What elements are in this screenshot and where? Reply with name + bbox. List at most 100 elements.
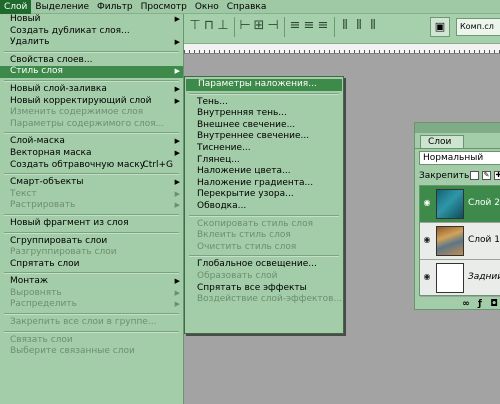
layer-name: Задний пл — [468, 272, 500, 282]
align-center-icon[interactable]: ⊞ — [252, 18, 266, 34]
menu-separator — [185, 91, 343, 97]
tab-divider — [415, 148, 500, 149]
style-submenu-item[interactable]: Тиснение... — [185, 143, 343, 155]
layer-name: Слой 2 — [468, 198, 500, 208]
layer-menu-item-label: Новый корректирующий слой — [10, 95, 152, 106]
distribute-middle-icon[interactable]: ≡ — [302, 18, 316, 34]
align-bottom-icon[interactable]: ⊥ — [216, 18, 230, 34]
visibility-eye-icon[interactable]: ◉ — [422, 198, 432, 208]
distribute-bottom-icon[interactable]: ≡ — [316, 18, 330, 34]
menubar-item[interactable]: Справка — [223, 0, 271, 14]
menu-separator — [185, 213, 343, 219]
distribute-left-icon[interactable]: ⦀ — [338, 18, 352, 34]
distribute-top-icon[interactable]: ≡ — [288, 18, 302, 34]
link-layers-icon[interactable]: ∞ — [461, 299, 471, 309]
menubar-item[interactable]: Выделение — [31, 0, 93, 14]
layer-menu-item-label: Закрепить все слои в группе... — [10, 317, 157, 328]
layer-menu-item[interactable]: Векторная маска ▶ — [0, 148, 183, 160]
layer-menu-item[interactable]: Новый слой-заливка ▶ — [0, 84, 183, 96]
align-middle-icon[interactable]: ⊓ — [202, 18, 216, 34]
layer-menu-item-label: Создать обтравочную маску — [10, 159, 146, 170]
style-submenu-item: Воздействие слой-эффектов... — [185, 294, 343, 306]
style-submenu-item-label: Очистить стиль слоя — [197, 241, 297, 252]
style-submenu-item[interactable]: Параметры наложения... — [186, 79, 342, 91]
layer-menu-item-label: Параметры содержимого слоя... — [10, 118, 165, 129]
layer-menu-item[interactable]: Удалить ▶ — [0, 37, 183, 49]
layer-comps-button[interactable]: Комп.сл — [456, 18, 500, 36]
layer-menu-item-label: Изменить содержимое слоя — [10, 107, 144, 118]
layer-menu-item[interactable]: Монтаж ▶ — [0, 276, 183, 288]
menubar: Слой Выделение Фильтр Просмотр Окно Справка — [0, 0, 500, 14]
style-submenu-item-label: Внешнее свечение... — [197, 119, 296, 130]
layer-menu-item: Закрепить все слои в группе... — [0, 317, 183, 329]
layer-menu-item-label: Текст — [10, 188, 37, 199]
distribute-center-icon[interactable]: ⦀ — [352, 18, 366, 34]
layer-menu-item[interactable]: Новый ▶ — [0, 14, 183, 26]
style-submenu-item[interactable]: Наложение цвета... — [185, 166, 343, 178]
layer-row[interactable]: ◉ Слой 1 — [420, 223, 500, 260]
visibility-eye-icon[interactable]: ◉ — [422, 235, 432, 245]
align-top-icon[interactable]: ⊤ — [188, 18, 202, 34]
style-submenu-item[interactable]: Обводка... — [185, 201, 343, 213]
style-submenu-item[interactable]: Глянец... — [185, 155, 343, 167]
layer-menu-item[interactable]: Создать обтравочную маску Ctrl+G — [0, 160, 183, 172]
layer-row[interactable]: ◉ Задний пл — [420, 260, 500, 297]
style-submenu-item-label: Перекрытие узора... — [197, 189, 294, 200]
menubar-item[interactable]: Слой — [0, 0, 32, 14]
visibility-eye-icon[interactable]: ◉ — [422, 272, 432, 282]
lock-position-icon[interactable]: ✚ — [494, 171, 500, 180]
layer-menu-item-label: Разгруппировать слои — [10, 247, 117, 258]
layer-menu-item[interactable]: Спрятать слои — [0, 259, 183, 271]
layer-menu-item[interactable]: Смарт-объекты ▶ — [0, 177, 183, 189]
menubar-item[interactable]: Просмотр — [137, 0, 191, 14]
style-submenu-item-label: Глянец... — [197, 154, 240, 165]
tab-layers[interactable]: Слои — [420, 135, 464, 148]
separator — [284, 17, 285, 37]
lock-transparency-icon[interactable] — [470, 171, 479, 180]
style-submenu-item[interactable]: Спрятать все эффекты — [185, 283, 343, 295]
layer-menu-item[interactable]: Новый фрагмент из слоя — [0, 218, 183, 230]
layer-row[interactable]: ◉ Слой 2 — [420, 186, 500, 223]
layer-menu-item-label: Растрировать — [10, 200, 76, 211]
layer-thumbnail — [436, 226, 464, 256]
menubar-item[interactable]: Фильтр — [93, 0, 137, 14]
style-submenu-item[interactable]: Внутренняя тень... — [185, 108, 343, 120]
style-submenu-item[interactable]: Тень... — [185, 97, 343, 109]
layer-style-icon[interactable]: ƒ — [475, 299, 485, 309]
panel-titlebar[interactable] — [415, 123, 500, 133]
layer-menu-item[interactable]: Стиль слоя ▶ — [0, 66, 183, 78]
submenu-arrow-icon: ▶ — [174, 178, 180, 187]
style-submenu-item-label: Скопировать стиль слоя — [197, 218, 313, 229]
align-left-icon[interactable]: ⊢ — [238, 18, 252, 34]
style-submenu-item[interactable]: Перекрытие узора... — [185, 189, 343, 201]
separator — [234, 17, 235, 37]
layer-menu-item[interactable]: Свойства слоев... — [0, 55, 183, 67]
layer-menu-item-label: Спрятать слои — [10, 258, 80, 269]
blend-mode-select[interactable]: Нормальный — [419, 151, 500, 165]
menubar-item[interactable]: Окно — [191, 0, 223, 14]
layer-menu-item-label: Связать слои — [10, 334, 73, 345]
layer-menu-item[interactable]: Слой-маска ▶ — [0, 136, 183, 148]
layer-menu-item-label: Смарт-объекты — [10, 177, 84, 188]
style-submenu-item-label: Обводка... — [197, 200, 247, 211]
style-submenu-item: Образовать слой — [185, 271, 343, 283]
style-submenu-item[interactable]: Наложение градиента... — [185, 178, 343, 190]
distribute-right-icon[interactable]: ⦀ — [366, 18, 380, 34]
palette-well-icon[interactable]: ▣ — [430, 17, 450, 37]
layer-menu-item-label: Новый фрагмент из слоя — [10, 217, 129, 228]
layer-menu-item[interactable]: Создать дубликат слоя... — [0, 26, 183, 38]
add-mask-icon[interactable]: ◘ — [489, 299, 499, 309]
submenu-arrow-icon: ▶ — [174, 137, 180, 146]
style-submenu-item[interactable]: Глобальное освещение... — [185, 259, 343, 271]
layer-menu-item[interactable]: Новый корректирующий слой ▶ — [0, 96, 183, 108]
lock-image-icon[interactable]: ✎ — [482, 171, 491, 180]
style-submenu-item[interactable]: Внутреннее свечение... — [185, 131, 343, 143]
style-submenu-item-label: Вклеить стиль слоя — [197, 230, 291, 241]
layer-menu-item: Разгруппировать слои — [0, 247, 183, 259]
align-right-icon[interactable]: ⊣ — [266, 18, 280, 34]
layer-menu-item-label: Выровнять — [10, 287, 62, 298]
style-submenu-item[interactable]: Внешнее свечение... — [185, 120, 343, 132]
layer-menu-item-label: Стиль слоя — [10, 66, 63, 77]
layer-menu-item[interactable]: Сгруппировать слои — [0, 236, 183, 248]
layer-menu-item-label: Новый слой-заливка — [10, 83, 107, 94]
